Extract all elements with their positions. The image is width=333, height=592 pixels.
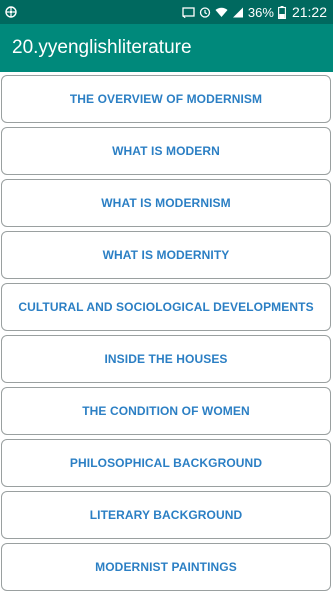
menu-button-condition-of-women[interactable]: THE CONDITION OF WOMEN: [1, 387, 331, 435]
menu-button-label: WHAT IS MODERNITY: [102, 248, 230, 262]
menu-button-what-is-modernism[interactable]: WHAT IS MODERNISM: [1, 179, 331, 227]
wifi-icon: [215, 7, 228, 18]
status-bar: 36% 21:22: [0, 0, 333, 24]
menu-button-modernist-paintings[interactable]: MODERNIST PAINTINGS: [1, 543, 331, 591]
clock: 21:22: [291, 4, 327, 20]
menu-button-label: THE OVERVIEW OF MODERNISM: [69, 92, 263, 106]
menu-button-inside-the-houses[interactable]: INSIDE THE HOUSES: [1, 335, 331, 383]
menu-button-label: MODERNIST PAINTINGS: [95, 560, 237, 574]
menu-button-label: INSIDE THE HOUSES: [104, 352, 228, 366]
menu-button-what-is-modernity[interactable]: WHAT IS MODERNITY: [1, 231, 331, 279]
menu-button-overview-of-modernism[interactable]: THE OVERVIEW OF MODERNISM: [1, 75, 331, 123]
signal-icon: [232, 7, 244, 18]
app-notification-icon: [5, 6, 17, 18]
menu-button-label: THE CONDITION OF WOMEN: [82, 404, 250, 418]
screencast-icon: [182, 6, 195, 18]
menu-button-label: WHAT IS MODERNISM: [101, 196, 231, 210]
battery-icon: [278, 5, 286, 19]
menu-button-label: CULTURAL AND SOCIOLOGICAL DEVELOPMENTS: [18, 300, 314, 314]
menu-button-literary-background[interactable]: LITERARY BACKGROUND: [1, 491, 331, 539]
menu-button-philosophical-background[interactable]: PHILOSOPHICAL BACKGROUND: [1, 439, 331, 487]
app-bar: 20.yyenglishliterature: [0, 24, 333, 72]
alarm-icon: [199, 6, 211, 18]
battery-percent: 36%: [247, 4, 274, 20]
menu-button-label: LITERARY BACKGROUND: [89, 508, 243, 522]
app-title: 20.yyenglishliterature: [12, 37, 192, 58]
menu-button-what-is-modern[interactable]: WHAT IS MODERN: [1, 127, 331, 175]
menu-button-label: WHAT IS MODERN: [112, 144, 220, 158]
menu-button-label: PHILOSOPHICAL BACKGROUND: [69, 456, 263, 470]
menu-button-cultural-and-sociological-developments[interactable]: CULTURAL AND SOCIOLOGICAL DEVELOPMENTS: [1, 283, 331, 331]
